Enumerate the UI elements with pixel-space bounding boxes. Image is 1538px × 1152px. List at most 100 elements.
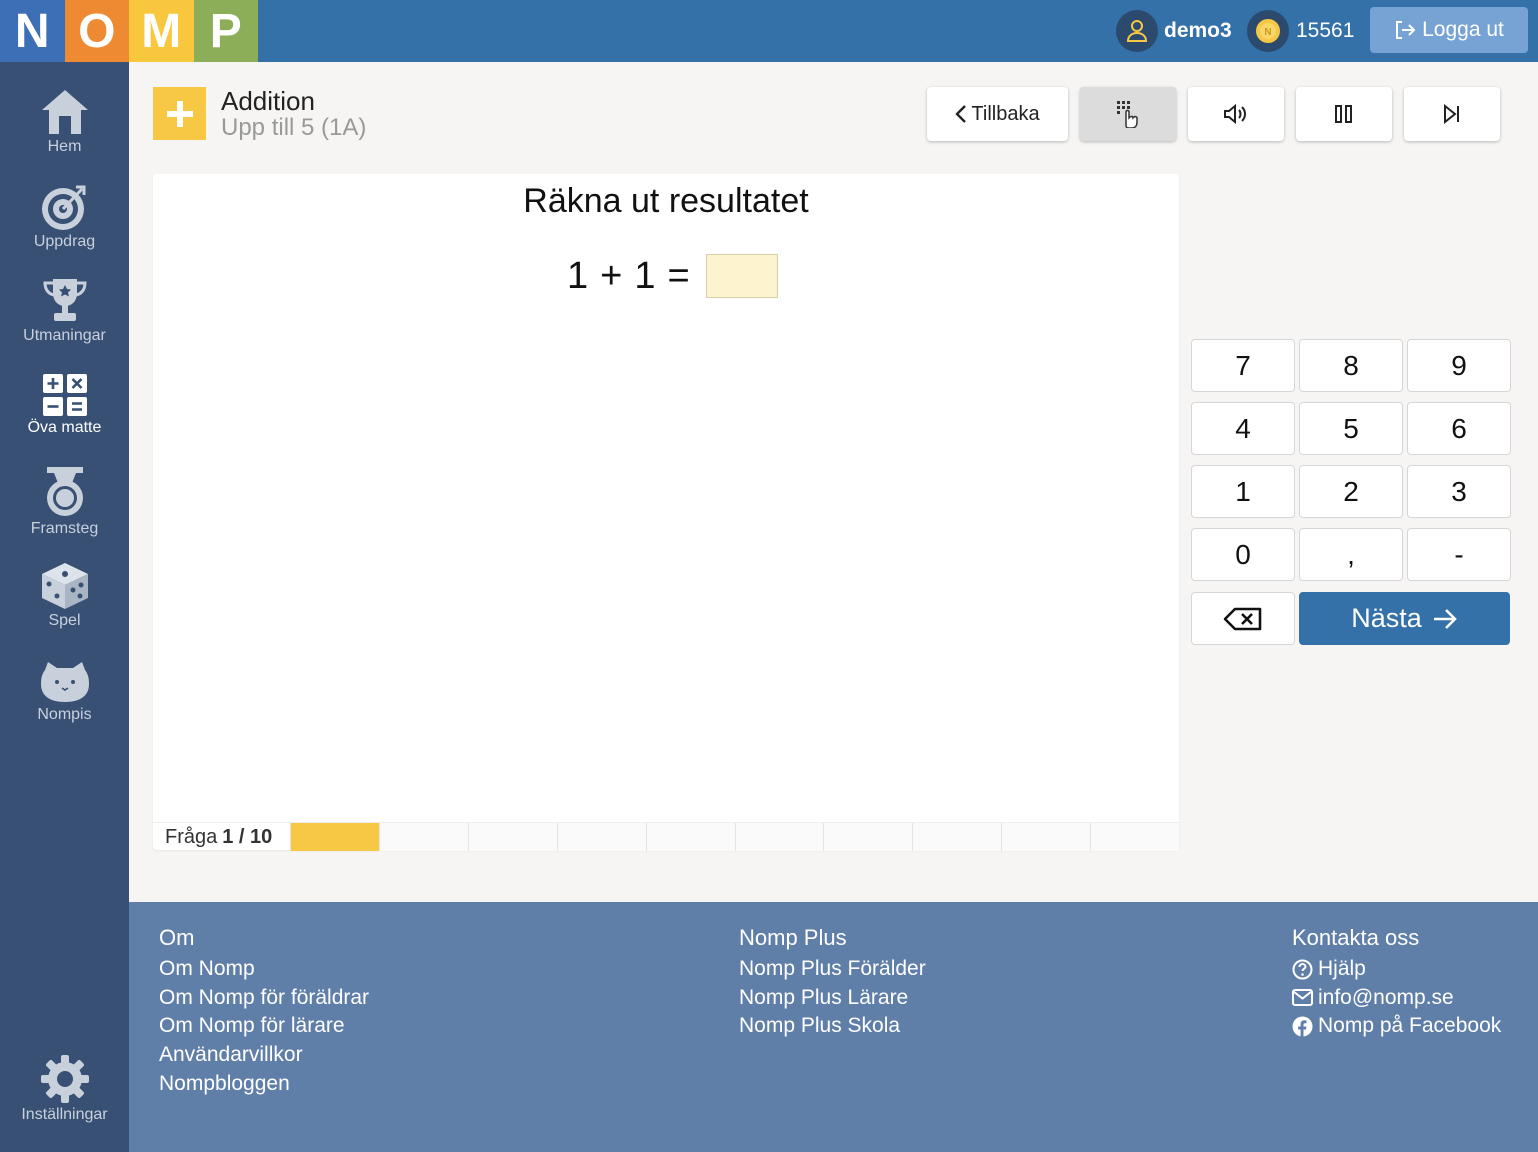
footer-link-plus-larare[interactable]: Nomp Plus Lärare bbox=[739, 984, 926, 1013]
operand-1: 1 bbox=[567, 254, 589, 297]
keypad-touch-icon bbox=[1117, 101, 1138, 128]
key-0[interactable]: 0 bbox=[1191, 528, 1295, 581]
footer-link-email[interactable]: info@nomp.se bbox=[1292, 984, 1501, 1013]
key-4[interactable]: 4 bbox=[1191, 402, 1295, 455]
progress-segment bbox=[1001, 823, 1091, 851]
footer-link-label: info@nomp.se bbox=[1318, 985, 1454, 1009]
target-icon bbox=[41, 185, 85, 230]
progress-segment bbox=[734, 823, 824, 851]
key-7[interactable]: 7 bbox=[1191, 339, 1295, 392]
exercise-title: Addition bbox=[221, 86, 315, 116]
svg-text:N: N bbox=[1264, 27, 1271, 38]
sidebar-item-uppdrag[interactable]: Uppdrag bbox=[0, 183, 129, 251]
sidebar-item-hem[interactable]: Hem bbox=[0, 88, 129, 156]
dice-icon bbox=[41, 563, 88, 609]
answer-input[interactable] bbox=[705, 254, 778, 298]
progress-label: Fråga 1 / 10 bbox=[153, 823, 290, 851]
sound-button[interactable] bbox=[1188, 87, 1284, 141]
backspace-button[interactable] bbox=[1191, 592, 1295, 645]
footer-link-larare[interactable]: Om Nomp för lärare bbox=[159, 1012, 369, 1041]
sidebar-item-installningar[interactable]: Inställningar bbox=[0, 1054, 129, 1124]
footer-link-plus-foralder[interactable]: Nomp Plus Förälder bbox=[739, 955, 926, 984]
gear-icon bbox=[40, 1055, 89, 1103]
arrow-right-icon bbox=[1433, 608, 1457, 629]
logo-letter-p: P bbox=[193, 0, 258, 62]
instruction-text: Räkna ut resultatet bbox=[523, 182, 809, 220]
key-5[interactable]: 5 bbox=[1299, 402, 1403, 455]
key-1[interactable]: 1 bbox=[1191, 465, 1295, 518]
key-6[interactable]: 6 bbox=[1407, 402, 1511, 455]
speaker-icon bbox=[1224, 104, 1246, 124]
footer-link-facebook[interactable]: Nomp på Facebook bbox=[1292, 1012, 1501, 1041]
keypad-toggle-button[interactable] bbox=[1080, 87, 1176, 141]
coin-icon: N bbox=[1247, 10, 1289, 52]
footer: Om Om Nomp Om Nomp för föräldrar Om Nomp… bbox=[129, 902, 1538, 1152]
footer-link-nompbloggen[interactable]: Nompbloggen bbox=[159, 1070, 369, 1099]
sidebar-item-label: Framsteg bbox=[30, 520, 99, 537]
footer-heading: Kontakta oss bbox=[1292, 925, 1420, 950]
footer-col-nomp-plus: Nomp Plus Nomp Plus Förälder Nomp Plus L… bbox=[739, 924, 926, 1041]
calculator-icon bbox=[42, 374, 87, 416]
settings-label: Inställningar bbox=[21, 1106, 108, 1123]
facebook-icon bbox=[1292, 1016, 1313, 1038]
footer-link-anvandarvillkor[interactable]: Användarvillkor bbox=[159, 1041, 369, 1070]
pause-button[interactable] bbox=[1296, 87, 1392, 141]
pet-icon bbox=[40, 662, 89, 702]
footer-link-plus-skola[interactable]: Nomp Plus Skola bbox=[739, 1012, 926, 1041]
progress-text: Fråga bbox=[165, 825, 218, 848]
sidebar-item-label: Hem bbox=[47, 138, 82, 155]
progress-bar: Fråga 1 / 10 bbox=[153, 822, 1180, 851]
logo-letter-m: M bbox=[129, 0, 194, 62]
footer-link-label: Nomp på Facebook bbox=[1318, 1014, 1502, 1038]
coin-balance[interactable]: N 15561 bbox=[1247, 0, 1354, 62]
question-card: Räkna ut resultatet 1 + 1 = Fråga 1 / 10 bbox=[153, 174, 1180, 851]
operand-2: 1 bbox=[634, 254, 656, 297]
nomp-logo[interactable]: N O M P bbox=[0, 0, 258, 62]
medal-icon bbox=[46, 467, 83, 516]
pause-icon bbox=[1335, 105, 1352, 123]
logout-icon bbox=[1396, 21, 1416, 39]
user-icon bbox=[1116, 10, 1158, 52]
next-button[interactable]: Nästa bbox=[1299, 592, 1510, 645]
sidebar-item-label: Utmaningar bbox=[23, 327, 106, 344]
sidebar-item-spel[interactable]: Spel bbox=[0, 562, 129, 630]
sidebar-item-nompis[interactable]: Nompis bbox=[0, 660, 129, 724]
home-icon bbox=[41, 90, 88, 134]
footer-col-kontakt: Kontakta oss Hjälp info@nomp.se Nomp på … bbox=[1292, 924, 1501, 1041]
sidebar-item-ova-matte[interactable]: Öva matte bbox=[0, 373, 129, 437]
progress-segments bbox=[290, 823, 1180, 851]
addition-icon bbox=[153, 87, 206, 140]
progress-segment bbox=[556, 823, 646, 851]
logout-button[interactable]: Logga ut bbox=[1370, 7, 1528, 53]
key-comma[interactable]: , bbox=[1299, 528, 1403, 581]
envelope-icon bbox=[1292, 989, 1313, 1007]
logo-letter-o: O bbox=[64, 0, 129, 62]
footer-link-hjalp[interactable]: Hjälp bbox=[1292, 955, 1501, 984]
user-profile[interactable]: demo3 bbox=[1116, 0, 1232, 62]
footer-col-om: Om Om Nomp Om Nomp för föräldrar Om Nomp… bbox=[159, 924, 369, 1099]
key-8[interactable]: 8 bbox=[1299, 339, 1403, 392]
next-label: Nästa bbox=[1351, 603, 1422, 633]
sidebar: Hem Uppdrag Utmaningar Öva matte Framste… bbox=[0, 62, 129, 1152]
footer-link-foraldrar[interactable]: Om Nomp för föräldrar bbox=[159, 984, 369, 1013]
username: demo3 bbox=[1164, 19, 1232, 42]
key-3[interactable]: 3 bbox=[1407, 465, 1511, 518]
skip-button[interactable] bbox=[1404, 87, 1500, 141]
trophy-icon bbox=[42, 279, 87, 321]
help-icon bbox=[1292, 959, 1313, 980]
progress-segment bbox=[290, 823, 379, 851]
backspace-icon bbox=[1223, 607, 1262, 630]
key-9[interactable]: 9 bbox=[1407, 339, 1511, 392]
progress-segment bbox=[645, 823, 735, 851]
key-2[interactable]: 2 bbox=[1299, 465, 1403, 518]
sidebar-item-label: Nompis bbox=[37, 706, 92, 723]
sidebar-item-framsteg[interactable]: Framsteg bbox=[0, 466, 129, 538]
progress-segment bbox=[378, 823, 468, 851]
sidebar-item-utmaningar[interactable]: Utmaningar bbox=[0, 277, 129, 345]
equation: 1 + 1 = bbox=[567, 254, 778, 298]
sidebar-item-label: Uppdrag bbox=[33, 233, 96, 250]
footer-link-om-nomp[interactable]: Om Nomp bbox=[159, 955, 369, 984]
back-button[interactable]: Tillbaka bbox=[927, 87, 1068, 141]
key-minus[interactable]: - bbox=[1407, 528, 1511, 581]
progress-segment bbox=[1090, 823, 1180, 851]
